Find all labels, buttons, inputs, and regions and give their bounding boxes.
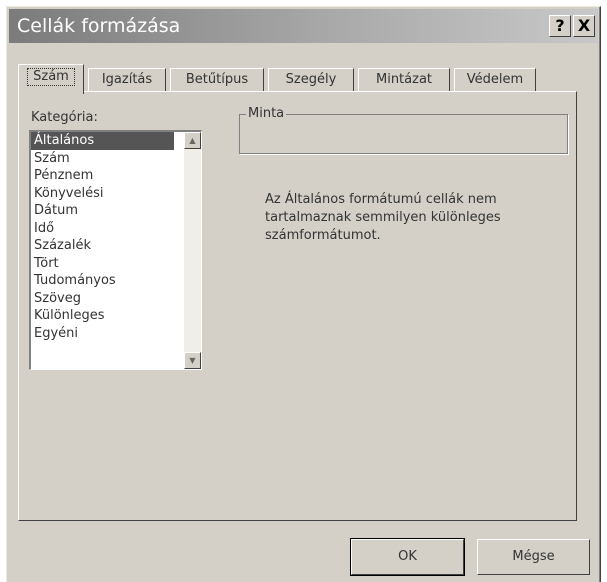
help-button[interactable]: ?	[549, 15, 571, 37]
category-item[interactable]: Tört	[31, 255, 201, 273]
tab-border[interactable]: Szegély	[268, 68, 354, 92]
scroll-up-button[interactable]: ▲	[184, 132, 201, 149]
sample-label: Minta	[246, 106, 287, 121]
title-bar: Cellák formázása ? X	[9, 9, 598, 43]
tab-patterns-label: Mintázat	[375, 72, 433, 87]
tab-alignment[interactable]: Igazítás	[88, 68, 166, 92]
tab-border-label: Szegély	[285, 72, 337, 87]
category-item[interactable]: Százalék	[31, 237, 201, 255]
tab-number[interactable]: Szám	[18, 64, 84, 94]
category-item[interactable]: Tudományos	[31, 272, 201, 290]
category-scrollbar[interactable]: ▲ ▼	[184, 132, 201, 369]
help-icon: ?	[555, 16, 565, 35]
category-item[interactable]: Különleges	[31, 307, 201, 325]
category-item[interactable]: Idő	[31, 220, 201, 238]
category-list[interactable]: Általános Szám Pénznem Könyvelési Dátum …	[29, 130, 202, 370]
category-item[interactable]: Szám	[31, 150, 201, 168]
scroll-down-button[interactable]: ▼	[184, 352, 201, 369]
arrow-up-icon: ▲	[189, 136, 196, 145]
cancel-button[interactable]: Mégse	[477, 539, 590, 575]
category-item[interactable]: Egyéni	[31, 325, 201, 343]
ok-button[interactable]: OK	[350, 538, 465, 576]
category-item[interactable]: Dátum	[31, 202, 201, 220]
category-item[interactable]: Könyvelési	[31, 185, 201, 203]
arrow-down-icon: ▼	[189, 356, 196, 365]
tab-alignment-label: Igazítás	[101, 72, 153, 87]
dialog-title: Cellák formázása	[17, 15, 181, 37]
category-item[interactable]: Általános	[31, 132, 174, 150]
tab-font-label: Betűtípus	[185, 72, 249, 87]
category-item[interactable]: Szöveg	[31, 290, 201, 308]
tab-font[interactable]: Betűtípus	[170, 68, 264, 92]
tab-protection[interactable]: Védelem	[454, 68, 536, 92]
category-label: Kategória:	[31, 110, 98, 125]
tab-patterns[interactable]: Mintázat	[358, 68, 450, 92]
close-button[interactable]: X	[573, 15, 595, 37]
format-description: Az Általános formátumú cellák nem tartal…	[265, 192, 501, 243]
category-item[interactable]: Pénznem	[31, 167, 201, 185]
sample-group: Minta	[239, 106, 568, 154]
tab-protection-label: Védelem	[466, 72, 524, 87]
tab-number-label: Szám	[27, 68, 75, 86]
close-icon: X	[577, 16, 591, 35]
